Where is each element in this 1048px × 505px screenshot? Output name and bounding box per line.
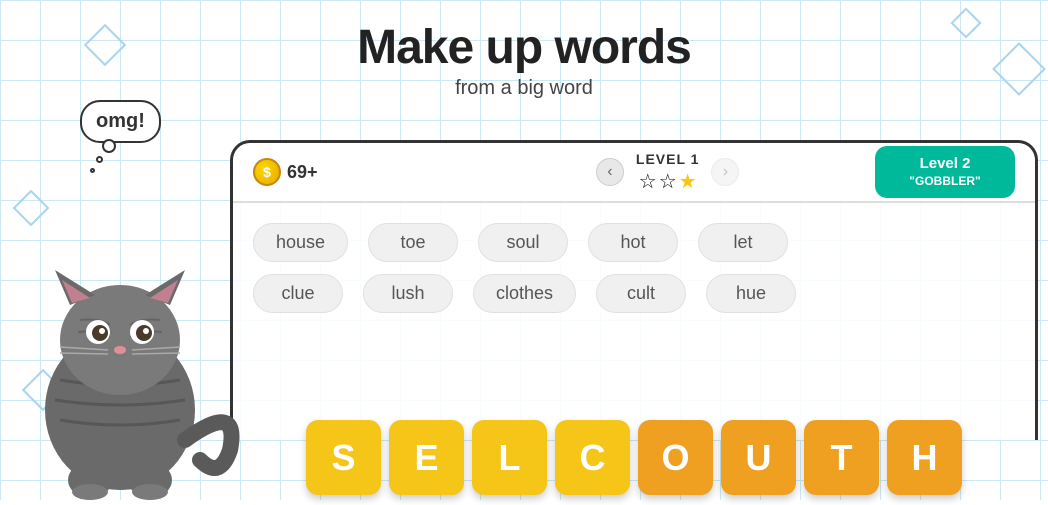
coins-section: $ 69+ [253, 158, 460, 186]
word-hot[interactable]: hot [588, 223, 678, 262]
next-level-num: Level 2 [893, 154, 997, 174]
coins-amount: 69+ [287, 162, 318, 183]
level-section: ‹ LEVEL 1 ☆ ☆ ★ › [460, 151, 875, 194]
nav-right-button[interactable]: › [711, 158, 739, 186]
star-1: ☆ [639, 169, 657, 194]
speech-bubble: omg! [80, 100, 161, 143]
game-topbar: $ 69+ ‹ LEVEL 1 ☆ ☆ ★ › Level 2 "GOBBLER… [233, 143, 1035, 203]
tile-L[interactable]: L [472, 420, 547, 495]
tile-O[interactable]: O [638, 420, 713, 495]
level-label: LEVEL 1 [636, 151, 700, 167]
star-2: ☆ [659, 169, 677, 194]
word-soul[interactable]: soul [478, 223, 568, 262]
main-title: Make up words [0, 20, 1048, 75]
coin-icon: $ [253, 158, 281, 186]
level-info: LEVEL 1 ☆ ☆ ★ [636, 151, 700, 194]
tile-S[interactable]: S [306, 420, 381, 495]
cat-svg [0, 140, 240, 500]
cat-character [0, 140, 240, 500]
word-cult[interactable]: cult [596, 274, 686, 313]
speech-bubble-text: omg! [96, 110, 145, 132]
tile-E[interactable]: E [389, 420, 464, 495]
word-clothes[interactable]: clothes [473, 274, 576, 313]
tile-U[interactable]: U [721, 420, 796, 495]
words-row-2: clue lush clothes cult hue [253, 274, 1015, 313]
words-row-1: house toe soul hot let [253, 223, 1015, 262]
bubble-dot-2 [90, 168, 95, 173]
star-3: ★ [679, 169, 697, 194]
nav-left-button[interactable]: ‹ [596, 158, 624, 186]
nav-right-icon: › [723, 163, 728, 181]
word-clue[interactable]: clue [253, 274, 343, 313]
word-let[interactable]: let [698, 223, 788, 262]
word-toe[interactable]: toe [368, 223, 458, 262]
tile-C[interactable]: C [555, 420, 630, 495]
header: Make up words from a big word [0, 20, 1048, 100]
words-area: house toe soul hot let clue lush clothes… [233, 203, 1035, 323]
word-hue[interactable]: hue [706, 274, 796, 313]
word-house[interactable]: house [253, 223, 348, 262]
next-level-name: "GOBBLER" [893, 174, 997, 190]
tile-T[interactable]: T [804, 420, 879, 495]
game-panel: $ 69+ ‹ LEVEL 1 ☆ ☆ ★ › Level 2 "GOBBLER… [230, 140, 1038, 440]
main-subtitle: from a big word [0, 77, 1048, 100]
nav-left-icon: ‹ [607, 163, 612, 181]
word-lush[interactable]: lush [363, 274, 453, 313]
letter-tiles-bar: S E L C O U T H [230, 415, 1038, 500]
tile-H[interactable]: H [887, 420, 962, 495]
next-level-button[interactable]: Level 2 "GOBBLER" [875, 146, 1015, 197]
stars-container: ☆ ☆ ★ [636, 169, 700, 194]
bubble-dot-1 [96, 156, 103, 163]
